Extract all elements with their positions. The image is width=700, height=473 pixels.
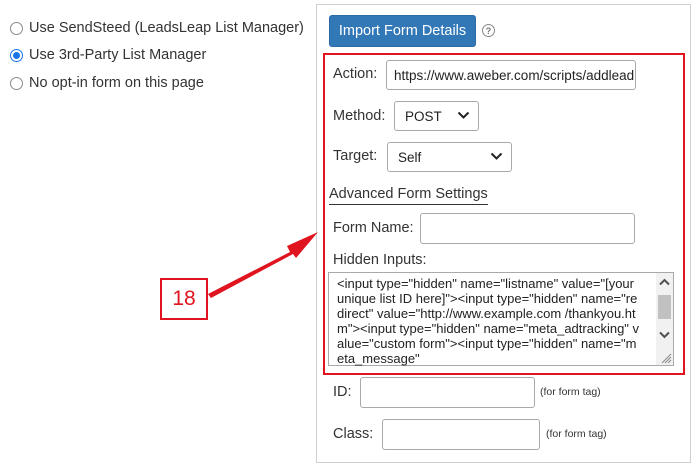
step-number-badge: 18 bbox=[160, 278, 208, 320]
annotation-arrow bbox=[208, 232, 318, 298]
